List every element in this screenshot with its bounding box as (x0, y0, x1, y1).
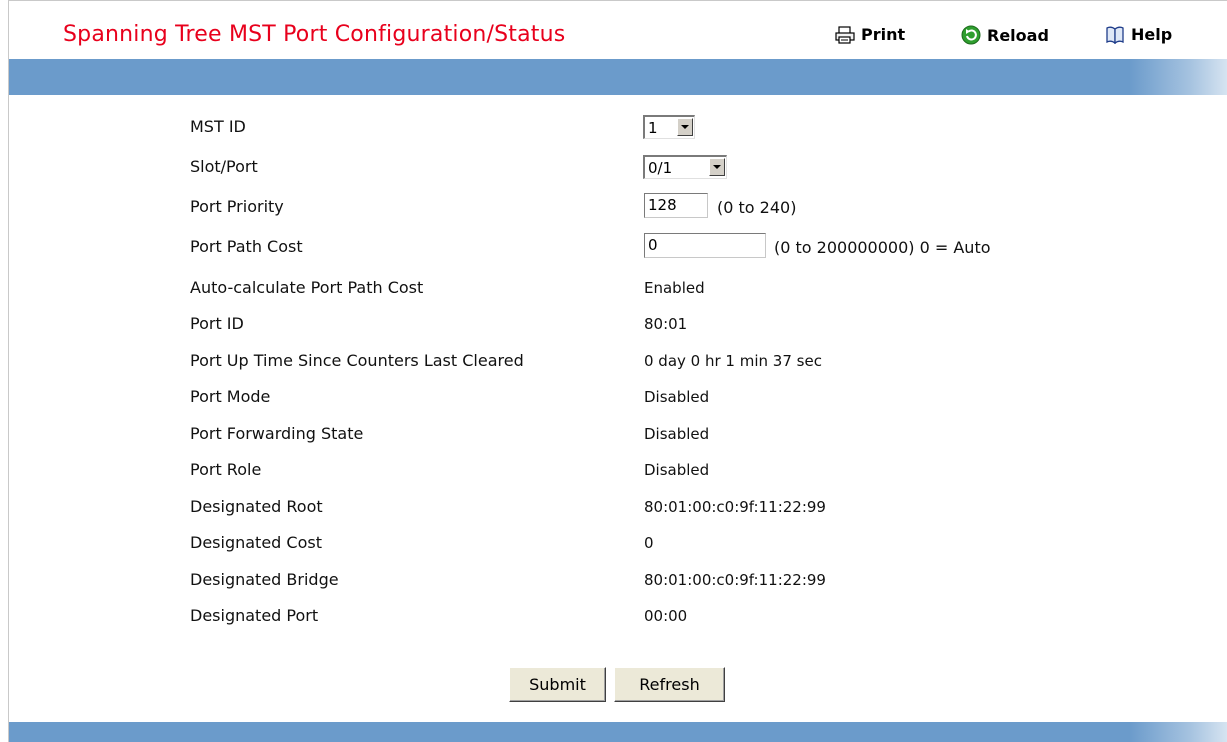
page-frame (8, 0, 1227, 742)
chevron-down-icon[interactable] (709, 158, 725, 176)
reload-icon (961, 25, 981, 45)
port-priority-input[interactable]: 128 (644, 193, 708, 218)
status-label: Designated Cost (190, 533, 322, 552)
slot-port-value: 0/1 (648, 158, 673, 177)
status-label: Designated Bridge (190, 570, 339, 589)
status-label: Port Mode (190, 387, 271, 406)
status-value: Disabled (644, 461, 710, 479)
status-label: Auto-calculate Port Path Cost (190, 278, 424, 297)
status-value: Enabled (644, 279, 705, 297)
book-icon (1106, 26, 1124, 44)
status-value: Disabled (644, 388, 710, 406)
help-label: Help (1131, 25, 1173, 44)
mst-id-value: 1 (648, 118, 658, 137)
port-path-cost-label: Port Path Cost (190, 237, 303, 256)
reload-label: Reload (987, 25, 1049, 45)
help-button[interactable]: Help (1105, 25, 1172, 44)
print-button[interactable]: Print (835, 25, 905, 44)
port-path-cost-input[interactable]: 0 (644, 233, 766, 258)
mst-id-select[interactable]: 1 (643, 115, 695, 139)
status-value: 80:01 (644, 315, 688, 333)
status-value: 80:01:00:c0:9f:11:22:99 (644, 498, 826, 516)
page-title: Spanning Tree MST Port Configuration/Sta… (63, 22, 566, 47)
chevron-down-icon[interactable] (677, 118, 693, 136)
status-label: Designated Root (190, 497, 323, 516)
status-label: Port Up Time Since Counters Last Cleared (190, 351, 524, 370)
status-value: 00:00 (644, 607, 688, 625)
mst-id-label: MST ID (190, 117, 246, 136)
status-label: Port Forwarding State (190, 424, 364, 443)
port-priority-range: (0 to 240) (717, 198, 797, 217)
reload-button[interactable]: Reload (961, 25, 1049, 45)
print-label: Print (861, 25, 906, 44)
footer-bar (9, 722, 1227, 742)
status-label: Port Role (190, 460, 262, 479)
slot-port-label: Slot/Port (190, 157, 258, 176)
status-value: Disabled (644, 425, 710, 443)
slot-port-select[interactable]: 0/1 (643, 155, 727, 179)
status-label: Port ID (190, 314, 244, 333)
status-value: 0 day 0 hr 1 min 37 sec (644, 352, 822, 370)
status-value: 80:01:00:c0:9f:11:22:99 (644, 571, 826, 589)
printer-icon (835, 25, 855, 44)
refresh-button[interactable]: Refresh (614, 667, 725, 702)
submit-button[interactable]: Submit (509, 667, 606, 702)
status-value: 0 (644, 534, 654, 552)
status-label: Designated Port (190, 606, 319, 625)
port-path-cost-range: (0 to 200000000) 0 = Auto (774, 238, 991, 257)
port-priority-label: Port Priority (190, 197, 284, 216)
header-bar (9, 59, 1227, 95)
